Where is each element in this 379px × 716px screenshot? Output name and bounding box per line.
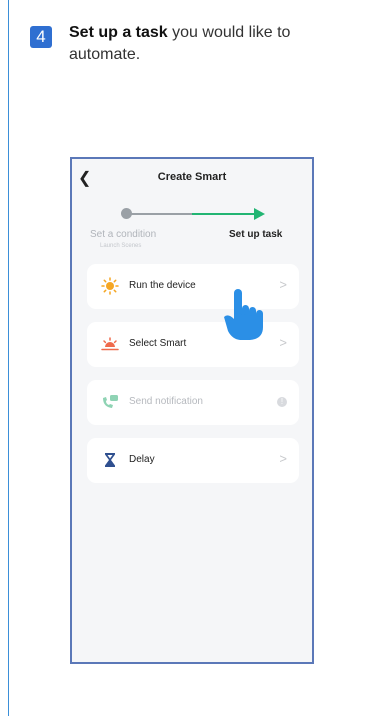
screen-title: Create Smart (157, 171, 227, 183)
tapping-hand-icon (224, 289, 263, 340)
sun-icon (101, 277, 119, 295)
step-number-badge: 4 (30, 26, 52, 48)
progress-line-complete (126, 213, 192, 215)
option-label: Run the device (129, 280, 196, 291)
option-delay[interactable]: Delay > (87, 438, 299, 483)
step-progress: Set a condition Launch Scenes Set up tas… (72, 199, 312, 254)
progress-arrow-icon (254, 208, 265, 220)
progress-start-dot (121, 208, 132, 219)
sunrise-icon (101, 337, 119, 351)
step1-sublabel: Launch Scenes (100, 243, 142, 249)
notification-icon (103, 395, 118, 408)
step1-label[interactable]: Set a condition (90, 229, 156, 240)
chevron-right-icon: > (279, 335, 287, 350)
chevron-right-icon: > (279, 451, 287, 466)
top-bar: ❮ Create Smart (72, 159, 312, 199)
instruction-bold: Set up a task (69, 24, 168, 41)
option-send-notification[interactable]: Send notification ! (87, 380, 299, 425)
step-instruction: Set up a task you would like to automate… (69, 22, 309, 66)
phone-screenshot: ❮ Create Smart Set a condition Launch Sc… (70, 157, 314, 664)
margin-rule (8, 0, 9, 716)
hourglass-icon (105, 453, 115, 467)
progress-line-current (192, 213, 255, 215)
option-label: Select Smart (129, 338, 187, 349)
option-label: Delay (129, 454, 155, 465)
chevron-right-icon: > (279, 277, 287, 292)
manual-page: 4 Set up a task you would like to automa… (0, 0, 379, 716)
step2-label: Set up task (229, 229, 283, 240)
option-label: Send notification (129, 396, 203, 407)
info-icon[interactable]: ! (277, 397, 287, 407)
